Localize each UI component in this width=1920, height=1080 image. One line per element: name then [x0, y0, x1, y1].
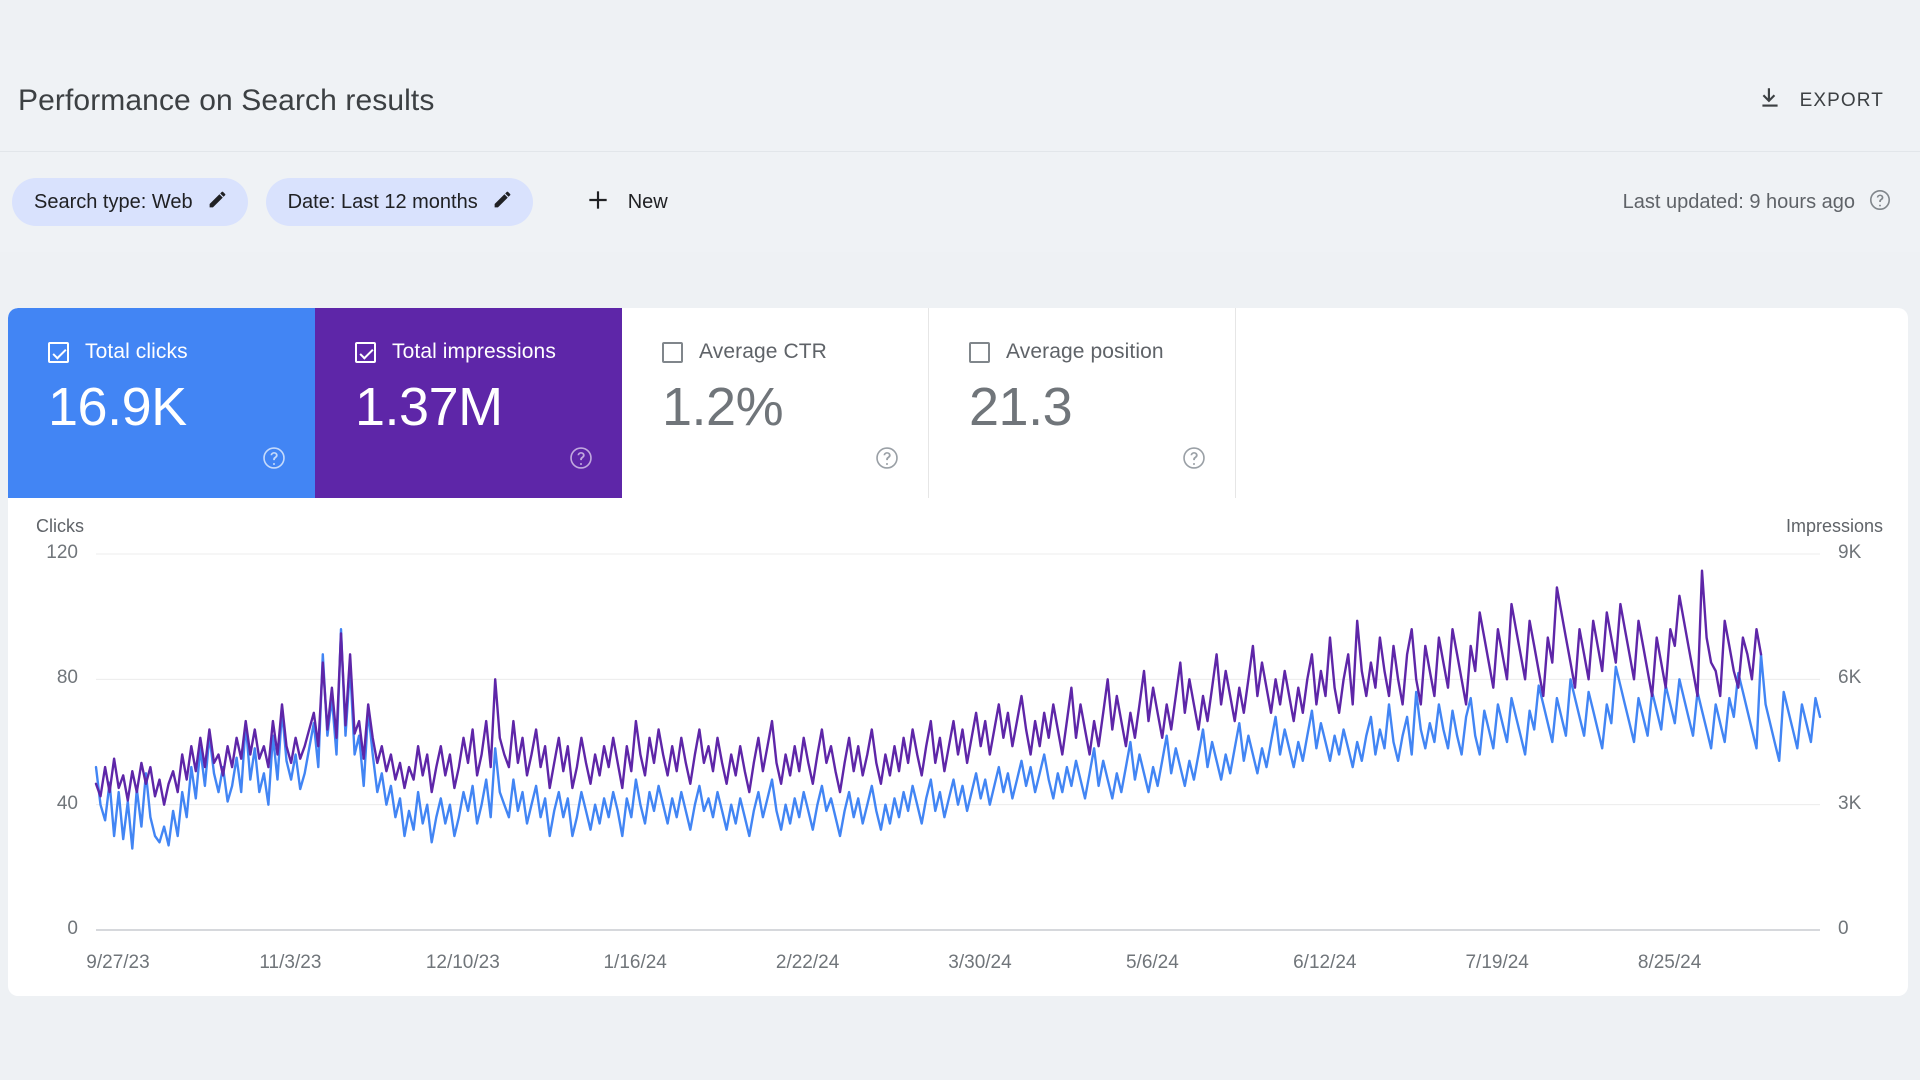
metric-card-header: Total clicks [48, 340, 315, 364]
x-tick: 5/6/24 [1125, 952, 1179, 973]
metric-card-total-impressions[interactable]: Total impressions 1.37M [315, 308, 622, 498]
metric-value: 1.37M [355, 377, 503, 437]
metric-card-total-clicks[interactable]: Total clicks 16.9K [8, 308, 315, 498]
filter-chip-search-type[interactable]: Search type: Web [12, 178, 248, 226]
checkbox-checked-icon[interactable] [355, 341, 376, 363]
x-tick: 7/19/24 [1465, 952, 1529, 973]
last-updated-text: Last updated: 9 hours ago [1622, 190, 1855, 213]
last-updated: Last updated: 9 hours ago [1623, 188, 1892, 217]
metric-value: 1.2% [662, 377, 784, 437]
x-tick: 2/22/24 [775, 952, 840, 973]
filter-chip-date[interactable]: Date: Last 12 months [265, 178, 533, 226]
metric-cards: Total clicks 16.9K Total impressions 1.3… [8, 308, 1236, 498]
metric-card-average-ctr[interactable]: Average CTR 1.2% [622, 308, 929, 498]
metric-label: Average CTR [699, 340, 827, 363]
chip-label: Date: Last 12 months [287, 190, 478, 213]
add-filter-label: New [627, 190, 668, 213]
help-circle-icon[interactable] [568, 445, 594, 476]
x-tick: 3/30/24 [948, 952, 1012, 973]
y-tick-right: 0 [1838, 918, 1849, 939]
page-header: Performance on Search results EXPORT [0, 50, 1920, 152]
performance-panel: Total clicks 16.9K Total impressions 1.3… [8, 308, 1908, 996]
performance-page: Performance on Search results EXPORT Sea… [0, 0, 1920, 1080]
performance-chart: Clicks Impressions 0 40 80 120 0 3K 6K 9K 9/27/… [8, 498, 1908, 996]
help-circle-icon[interactable] [1181, 445, 1207, 476]
page-title: Performance on Search results [18, 83, 435, 117]
y-tick-left: 80 [56, 667, 78, 689]
export-label: EXPORT [1799, 89, 1884, 111]
add-filter-button[interactable]: New [569, 178, 684, 226]
y-tick-right: 9K [1838, 542, 1862, 563]
metric-label: Total impressions [392, 340, 556, 363]
y-tick-right: 6K [1838, 667, 1862, 689]
metric-card-header: Total impressions [355, 340, 622, 364]
checkbox-unchecked-icon[interactable] [969, 341, 990, 363]
metric-card-average-position[interactable]: Average position 21.3 [929, 308, 1236, 498]
metric-card-header: Average position [969, 340, 1235, 364]
metric-label: Average position [1006, 340, 1164, 363]
y-tick-left: 40 [56, 792, 78, 814]
pencil-icon [207, 189, 228, 215]
chip-label: Search type: Web [34, 190, 193, 213]
metric-value: 16.9K [48, 377, 187, 437]
y-tick-left: 120 [46, 542, 78, 563]
x-tick: 1/16/24 [603, 952, 667, 973]
checkbox-unchecked-icon[interactable] [662, 341, 683, 363]
checkbox-checked-icon[interactable] [48, 341, 69, 363]
metric-label: Total clicks [85, 340, 188, 363]
y-tick-right: 3K [1838, 792, 1862, 814]
x-tick: 6/12/24 [1293, 952, 1357, 973]
x-tick: 9/27/23 [86, 952, 150, 973]
help-circle-icon[interactable] [261, 445, 287, 476]
x-tick: 11/3/23 [259, 952, 322, 973]
help-circle-icon[interactable] [1868, 188, 1892, 217]
metric-card-header: Average CTR [662, 340, 928, 364]
export-button[interactable]: EXPORT [1749, 79, 1892, 122]
plus-icon [585, 187, 611, 218]
y-tick-left: 0 [67, 918, 78, 939]
x-tick: 12/10/23 [425, 952, 500, 973]
chart-plot-area [94, 553, 1822, 931]
filter-bar: Search type: Web Date: Last 12 months Ne… [0, 152, 1920, 252]
metric-value: 21.3 [969, 377, 1073, 437]
help-circle-icon[interactable] [874, 445, 900, 476]
download-icon [1757, 85, 1783, 116]
x-tick: 8/25/24 [1637, 952, 1702, 973]
pencil-icon [492, 189, 513, 215]
